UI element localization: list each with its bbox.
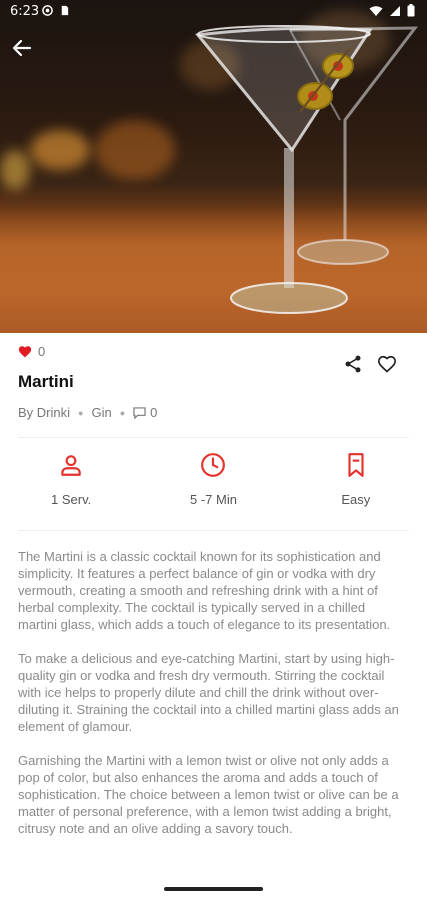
separator-dot: ● (119, 407, 126, 418)
battery-icon (407, 4, 415, 17)
description-paragraph: Garnishing the Martini with a lemon twis… (18, 753, 399, 836)
servings-label: 1 Serv. (51, 492, 92, 507)
sim-card-icon (61, 5, 69, 16)
stat-servings: 1 Serv. (0, 452, 142, 522)
separator-dot: ● (78, 407, 84, 418)
comment-count[interactable]: 0 (133, 405, 157, 420)
clock-icon (201, 453, 226, 477)
stat-time: 5 -7 Min (142, 452, 284, 522)
wifi-icon (369, 5, 383, 16)
description-paragraph: To make a delicious and eye-catching Mar… (18, 651, 399, 734)
recipe-description: The Martini is a classic cocktail known … (18, 548, 406, 854)
status-time: 6:23 (10, 4, 40, 19)
like-count[interactable]: 0 (18, 344, 45, 359)
heart-outline-icon[interactable] (377, 354, 397, 374)
recipe-byline: By Drinki ● Gin ● 0 (18, 405, 157, 420)
heart-filled-icon (18, 346, 32, 358)
arrow-left-icon (12, 39, 32, 57)
divider (18, 530, 409, 531)
person-icon (61, 455, 81, 476)
navigation-bar (0, 878, 427, 900)
recipe-hero-image (0, 0, 427, 333)
category-label[interactable]: Gin (91, 405, 111, 420)
home-gesture-handle[interactable] (164, 887, 263, 891)
back-button[interactable] (10, 36, 34, 60)
stat-difficulty: Easy (285, 452, 427, 522)
recipe-title: Martini (18, 372, 74, 391)
settings-status-icon (42, 5, 53, 16)
like-count-value: 0 (38, 344, 46, 359)
difficulty-label: Easy (341, 492, 371, 507)
description-paragraph: The Martini is a classic cocktail known … (18, 549, 391, 632)
comment-count-value: 0 (150, 405, 158, 420)
signal-icon (390, 5, 400, 16)
bookmark-icon (348, 453, 364, 477)
divider (18, 437, 409, 438)
comment-icon (133, 406, 146, 419)
time-label: 5 -7 Min (190, 492, 237, 507)
recipe-actions (343, 354, 397, 374)
author-label[interactable]: By Drinki (18, 405, 70, 420)
recipe-stats: 1 Serv. 5 -7 Min Easy (0, 452, 427, 522)
status-bar: 6:23 (0, 0, 427, 24)
share-icon[interactable] (343, 354, 363, 374)
